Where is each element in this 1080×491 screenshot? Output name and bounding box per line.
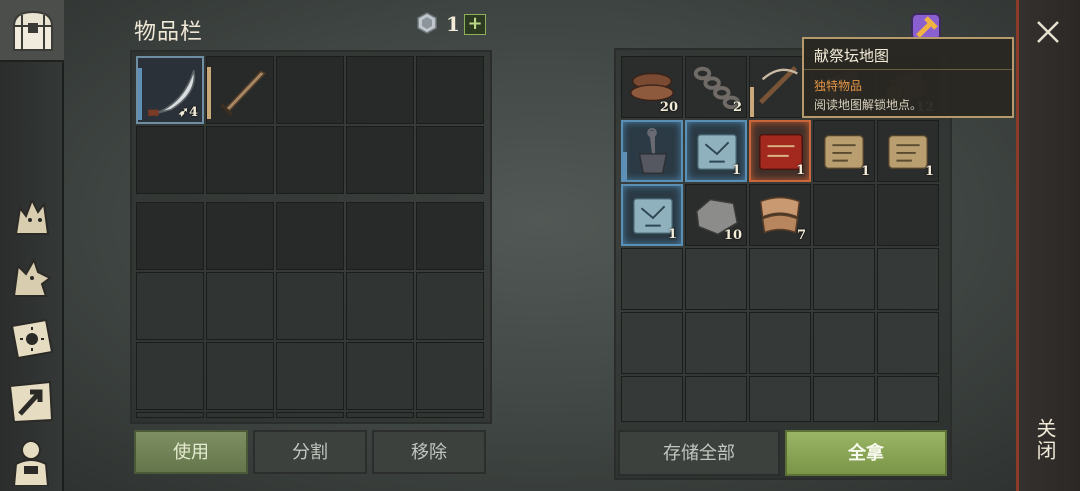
storage-slot[interactable]: [813, 312, 875, 374]
inventory-slot[interactable]: [206, 126, 274, 194]
storage-slot[interactable]: [877, 248, 939, 310]
item-quantity: 7: [796, 228, 806, 243]
inventory-slot[interactable]: [416, 126, 484, 194]
map-arrow-icon: [8, 380, 54, 424]
inventory-slot[interactable]: [416, 202, 484, 270]
inventory-slot[interactable]: [346, 56, 414, 124]
item-tooltip: 献祭坛地图 独特物品 阅读地图解锁地点。: [802, 37, 1014, 118]
inventory-slot[interactable]: [276, 202, 344, 270]
storage-slot[interactable]: [877, 376, 939, 422]
inventory-slot[interactable]: [346, 272, 414, 340]
tooltip-divider: [804, 69, 1012, 70]
storage-slot[interactable]: 7: [749, 184, 811, 246]
inventory-slot[interactable]: [416, 412, 484, 418]
storage-slot[interactable]: [621, 312, 683, 374]
inventory-slot[interactable]: [346, 202, 414, 270]
survivor-icon: [12, 440, 50, 487]
tooltip-description: 阅读地图解锁地点。: [814, 98, 923, 112]
inventory-slot[interactable]: [416, 56, 484, 124]
inventory-slot[interactable]: [136, 126, 204, 194]
storage-slot[interactable]: [621, 376, 683, 422]
storage-slot[interactable]: 20: [621, 56, 683, 118]
inventory-slot[interactable]: [206, 56, 274, 124]
sidebar-tab-character[interactable]: [6, 436, 56, 487]
item-quantity: 1: [860, 164, 870, 179]
item-quantity: 1: [667, 227, 677, 242]
inventory-slot[interactable]: [416, 342, 484, 410]
sidebar: [0, 0, 64, 491]
item-quantity: 1: [924, 164, 934, 179]
item-quantity: 10: [723, 228, 742, 243]
close-label[interactable]: 关闭: [1033, 418, 1060, 462]
inventory-slot[interactable]: [276, 272, 344, 340]
sword-icon: [220, 70, 267, 116]
storage-slot[interactable]: [685, 312, 747, 374]
storage-slot[interactable]: [621, 120, 683, 182]
axe-head-icon: [638, 127, 668, 174]
wolf-icon: [12, 257, 52, 297]
currency-gem-icon: [417, 12, 437, 34]
inventory-slot[interactable]: [276, 126, 344, 194]
inventory-slot[interactable]: ➶4: [136, 56, 204, 124]
storage-slot[interactable]: [877, 184, 939, 246]
inventory-title: 物品栏: [134, 20, 204, 45]
sidebar-tab-cat[interactable]: [6, 190, 56, 240]
sun-book-icon: [10, 318, 54, 360]
crossbow-icon: [759, 66, 798, 105]
item-quantity: 20: [659, 100, 678, 115]
inventory-slot[interactable]: [136, 272, 204, 340]
item-quantity: ➶4: [178, 105, 198, 120]
storage-slot[interactable]: [749, 376, 811, 422]
cat-icon: [14, 197, 50, 235]
sidebar-tab-crafting[interactable]: [6, 376, 56, 426]
inventory-slot[interactable]: [206, 272, 274, 340]
storage-slot[interactable]: [685, 376, 747, 422]
item-quantity: 1: [731, 163, 741, 178]
tooltip-title: 献祭坛地图: [814, 47, 890, 65]
storage-slot[interactable]: 2: [685, 56, 747, 118]
chest-icon: [12, 10, 54, 51]
inventory-slot[interactable]: [206, 202, 274, 270]
inventory-slot[interactable]: [206, 342, 274, 410]
store-all-button[interactable]: 存储全部: [618, 430, 780, 476]
inventory-slot[interactable]: [346, 126, 414, 194]
inventory-slot[interactable]: [276, 412, 344, 418]
storage-slot[interactable]: [877, 312, 939, 374]
inventory-slot[interactable]: [136, 202, 204, 270]
inventory-slot[interactable]: [346, 412, 414, 418]
inventory-slot[interactable]: [136, 342, 204, 410]
storage-slot[interactable]: 1: [813, 120, 875, 182]
inventory-slot[interactable]: [276, 56, 344, 124]
inventory-slot[interactable]: [206, 412, 274, 418]
sidebar-tab-chest[interactable]: [0, 0, 64, 62]
storage-slot[interactable]: 10: [685, 184, 747, 246]
use-button[interactable]: 使用: [134, 430, 248, 474]
currency-count: 1: [446, 12, 460, 36]
split-button[interactable]: 分割: [253, 430, 367, 474]
sidebar-tab-journal[interactable]: [6, 314, 56, 364]
inventory-slot[interactable]: [136, 412, 204, 418]
remove-button[interactable]: 移除: [372, 430, 486, 474]
storage-slot[interactable]: [621, 248, 683, 310]
storage-slot[interactable]: [813, 376, 875, 422]
inventory-slot[interactable]: [416, 272, 484, 340]
take-all-button[interactable]: 全拿: [785, 430, 947, 476]
storage-slot[interactable]: [813, 248, 875, 310]
sidebar-tab-wolf[interactable]: [6, 252, 56, 302]
storage-slot[interactable]: 1: [749, 120, 811, 182]
tooltip-type: 独特物品: [814, 79, 863, 93]
storage-slot[interactable]: 1: [877, 120, 939, 182]
storage-slot[interactable]: [685, 248, 747, 310]
storage-slot[interactable]: [749, 248, 811, 310]
item-quantity: 2: [732, 100, 742, 115]
inventory-slot[interactable]: [346, 342, 414, 410]
close-icon[interactable]: [1034, 18, 1062, 46]
storage-slot[interactable]: 1: [685, 120, 747, 182]
storage-slot[interactable]: [749, 312, 811, 374]
add-currency-button[interactable]: +: [464, 14, 486, 35]
inventory-slot[interactable]: [276, 342, 344, 410]
storage-slot[interactable]: 1: [621, 184, 683, 246]
storage-slot[interactable]: [813, 184, 875, 246]
item-quantity: 1: [795, 163, 805, 178]
